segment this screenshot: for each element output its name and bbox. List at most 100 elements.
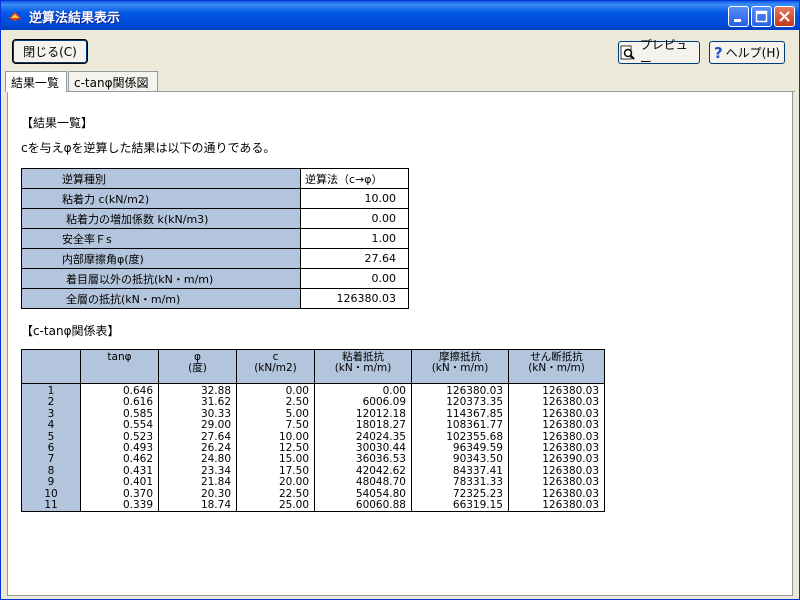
help-button[interactable]: ? ヘルプ(H) (709, 41, 785, 64)
table-cell: 32.88 (158, 383, 237, 398)
column-header: c (kN/m2) (236, 349, 315, 384)
summary-label: 逆算種別 (21, 168, 301, 189)
summary-row: 粘着力の増加係数 k(kN/m3) 0.00 (21, 208, 409, 229)
summary-row: 安全率Ｆs 1.00 (21, 228, 409, 249)
column-header (21, 349, 81, 384)
relation-table: tanφ φ (度) c (kN/m2) 粘着抵抗 (kN・m/m) 摩擦抵抗 (kN・m/m)… (21, 349, 605, 513)
column-header-line2: (kN・m/m) (528, 362, 585, 374)
summary-value: 逆算法（c→φ） (300, 168, 409, 189)
column-header-line1: tanφ (107, 351, 132, 363)
table-row: 9 0.401 21.84 20.00 48048.70 78331.33 126380.0… (21, 476, 605, 489)
close-button-label: 閉じる(C) (23, 45, 77, 59)
table-cell: 126380.03 (508, 476, 605, 489)
close-window-button[interactable] (774, 6, 795, 27)
summary-row: 着目層以外の抵抗(kN・m/m) 0.00 (21, 268, 409, 289)
table-cell: 0.646 (80, 383, 159, 398)
summary-label: 着目層以外の抵抗(kN・m/m) (21, 268, 301, 289)
table-cell: 126380.03 (411, 383, 509, 398)
summary-row: 内部摩擦角φ(度) 27.64 (21, 248, 409, 269)
help-button-label: ヘルプ(H) (725, 46, 781, 60)
summary-label: 内部摩擦角φ(度) (21, 248, 301, 269)
table-row: 1 0.646 32.88 0.00 0.00 126380.03 126380.03 (21, 383, 605, 398)
table-cell: 18018.27 (314, 419, 412, 432)
preview-icon (620, 45, 635, 60)
summary-row: 逆算種別 逆算法（c→φ） (21, 168, 409, 189)
tab-c-tanphi-chart-label: c-tanφ関係図 (74, 76, 149, 90)
table-cell: 0.401 (80, 476, 159, 489)
table-cell: 0.339 (80, 499, 159, 513)
close-icon (779, 11, 790, 22)
summary-label: 全層の抵抗(kN・m/m) (21, 288, 301, 309)
table-cell: 25.00 (236, 499, 315, 513)
summary-value: 10.00 (300, 188, 409, 209)
table-cell: 126380.03 (508, 383, 605, 398)
column-header: 摩擦抵抗 (kN・m/m) (411, 349, 509, 384)
table-cell: 78331.33 (411, 476, 509, 489)
summary-value: 0.00 (300, 208, 409, 229)
table-cell: 60060.88 (314, 499, 412, 513)
help-icon: ? (713, 43, 723, 62)
row-index: 1 (21, 383, 81, 398)
row-index: 4 (21, 419, 81, 432)
table-row: 2 0.616 31.62 2.50 6006.09 120373.35 126380.03 (21, 396, 605, 409)
summary-row: 粘着力 c(kN/m2) 10.00 (21, 188, 409, 209)
summary-label: 安全率Ｆs (21, 228, 301, 249)
summary-description: cを与えφを逆算した結果は以下の通りである。 (21, 141, 276, 155)
summary-value: 27.64 (300, 248, 409, 269)
toolbar: 閉じる(C) プレビュー ? ヘルプ(H) (1, 30, 799, 70)
table-row: 7 0.462 24.80 15.00 36036.53 90343.50 126390.0… (21, 454, 605, 466)
summary-value: 1.00 (300, 228, 409, 249)
preview-button-label: プレビュー (639, 37, 688, 69)
table-cell: 29.00 (158, 419, 237, 432)
summary-row: 全層の抵抗(kN・m/m) 126380.03 (21, 288, 409, 309)
row-index: 11 (21, 499, 81, 513)
summary-table: 逆算種別 逆算法（c→φ） 粘着力 c(kN/m2) 10.00 粘着力の増加係数 k(… (21, 168, 409, 309)
table-row: 3 0.585 30.33 5.00 12012.18 114367.85 126380.0… (21, 408, 605, 421)
table-cell: 0.00 (236, 383, 315, 398)
row-index: 9 (21, 476, 81, 489)
title-bar[interactable]: 逆算法結果表示 (1, 1, 799, 30)
relation-heading: 【c-tanφ関係表】 (21, 324, 120, 338)
tab-results-list[interactable]: 結果一覧 (5, 71, 67, 92)
summary-heading: 【結果一覧】 (21, 116, 94, 130)
table-cell: 48048.70 (314, 476, 412, 489)
column-header-line2: (kN・m/m) (334, 362, 392, 374)
tab-results-list-label: 結果一覧 (11, 76, 60, 90)
table-row: 11 0.339 18.74 25.00 60060.88 66319.15 126380.… (21, 499, 605, 513)
table-cell: 18.74 (158, 499, 237, 513)
table-row: 10 0.370 20.30 22.50 54054.80 72325.23 126380.… (21, 488, 605, 501)
preview-button[interactable]: プレビュー (618, 38, 700, 69)
table-cell: 20.00 (236, 476, 315, 489)
summary-label: 粘着力 c(kN/m2) (21, 188, 301, 209)
table-cell: 126380.03 (508, 419, 605, 432)
table-row: 6 0.493 26.24 12.50 30030.44 96349.59 126380.0… (21, 442, 605, 455)
table-row: 8 0.431 23.34 17.50 42042.62 84337.41 126380.0… (21, 465, 605, 478)
tab-bar: 結果一覧 c-tanφ関係図 (5, 71, 795, 92)
column-header: せん断抵抗 (kN・m/m) (508, 349, 605, 384)
table-cell: 66319.15 (411, 499, 509, 513)
column-header-line2: (度) (188, 362, 207, 374)
table-cell: 108361.77 (411, 419, 509, 432)
column-header: φ (度) (158, 349, 237, 384)
minimize-button[interactable] (728, 6, 749, 27)
table-cell: 7.50 (236, 419, 315, 432)
window-title: 逆算法結果表示 (29, 11, 121, 26)
results-panel: 【結果一覧】 cを与えφを逆算した結果は以下の通りである。 逆算種別 逆算法（c→… (7, 92, 793, 596)
table-row: 4 0.554 29.00 7.50 18018.27 108361.77 126380.0… (21, 419, 605, 432)
table-cell: 126380.03 (508, 499, 605, 513)
summary-value: 0.00 (300, 268, 409, 289)
tab-c-tanphi-chart[interactable]: c-tanφ関係図 (68, 71, 158, 91)
minimize-icon (734, 19, 741, 22)
summary-label: 粘着力の増加係数 k(kN/m3) (21, 208, 301, 229)
column-header-line2: (kN/m2) (254, 362, 297, 374)
table-cell: 0.00 (314, 383, 412, 398)
close-button[interactable]: 閉じる(C) (12, 39, 88, 64)
main-window: 逆算法結果表示 閉じる(C) プレビュー ? ヘルプ(H) 結果一覧 c-tan… (0, 0, 800, 600)
maximize-button[interactable] (751, 6, 772, 27)
column-header: tanφ (80, 349, 159, 384)
column-header-line2: (kN・m/m) (431, 362, 489, 374)
app-icon (9, 12, 21, 21)
summary-value: 126380.03 (300, 288, 409, 309)
table-cell: 0.554 (80, 419, 159, 432)
column-header: 粘着抵抗 (kN・m/m) (314, 349, 412, 384)
